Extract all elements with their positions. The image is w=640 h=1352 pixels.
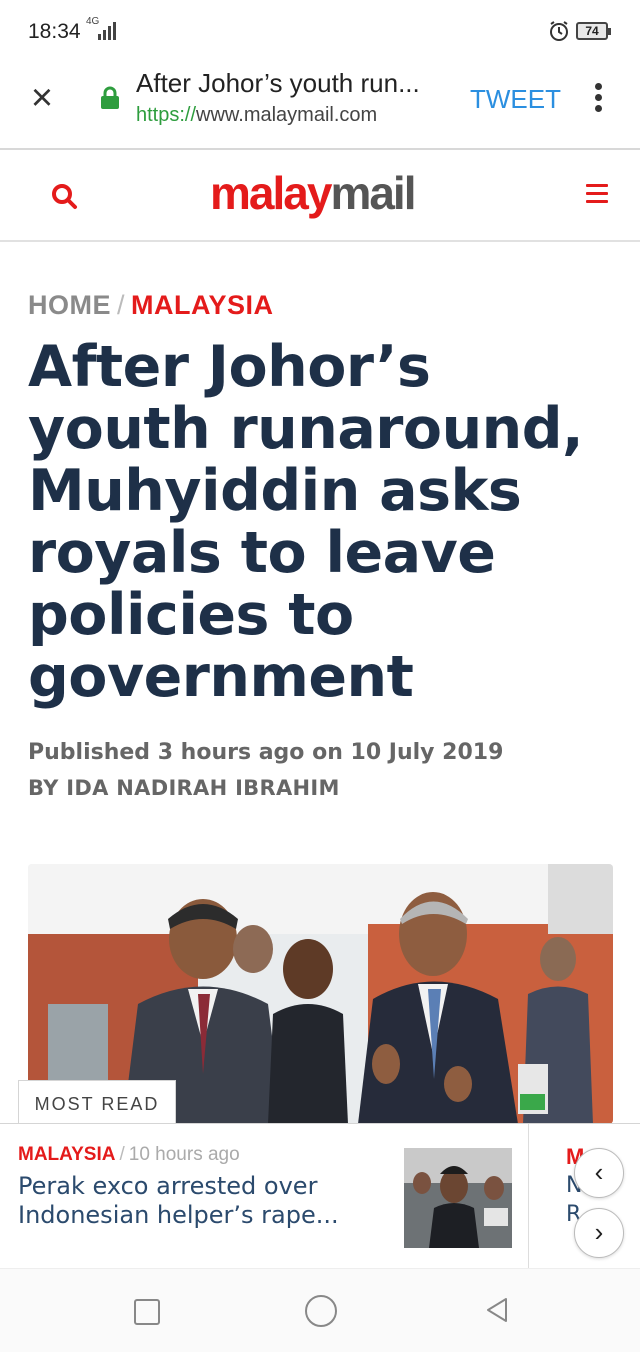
chevron-right-icon[interactable]: › — [574, 1208, 624, 1258]
url-scheme: https:// — [136, 104, 197, 126]
article-byline: BY IDA NADIRAH IBRAHIM — [28, 776, 340, 800]
home-icon[interactable] — [305, 1295, 337, 1327]
back-icon[interactable] — [482, 1295, 512, 1325]
chevron-left-icon[interactable]: ‹ — [574, 1148, 624, 1198]
thumbnail-photo — [404, 1148, 512, 1248]
alarm-icon — [550, 21, 568, 41]
logo-part-mail: mail — [330, 167, 416, 219]
breadcrumb: HOME / MALAYSIA — [28, 290, 274, 321]
most-read-carousel: MALAYSIA/10 hours ago Perak exco arreste… — [0, 1123, 640, 1268]
status-time: 18:34 — [28, 20, 81, 43]
tab-most-read[interactable]: MOST READ — [18, 1080, 176, 1124]
signal-icon — [98, 22, 116, 40]
card-thumbnail[interactable] — [404, 1148, 512, 1248]
card-title[interactable]: Perak exco arrested over Indonesian help… — [18, 1172, 388, 1230]
recent-apps-icon[interactable] — [134, 1299, 160, 1325]
url-host: www.malaymail.com — [196, 104, 378, 126]
card-divider — [528, 1124, 529, 1268]
published-date: Published 3 hours ago on 10 July 2019 — [28, 740, 504, 765]
card-time: 10 hours ago — [128, 1144, 240, 1165]
page-url[interactable]: https://www.malaymail.com — [136, 104, 377, 127]
system-nav-bar — [0, 1268, 640, 1352]
breadcrumb-home[interactable]: HOME — [28, 290, 111, 320]
status-bar: 18:34 4G 74 — [0, 0, 640, 62]
breadcrumb-separator: / — [117, 290, 126, 320]
battery-indicator: 74 — [576, 22, 611, 40]
close-icon[interactable]: × — [24, 79, 60, 117]
browser-toolbar: × After Johor’s youth run... https://www… — [0, 62, 640, 150]
card-meta: MALAYSIA/10 hours ago — [18, 1144, 240, 1166]
card-section[interactable]: MALAYSIA — [18, 1144, 115, 1165]
search-icon[interactable] — [50, 182, 78, 210]
tweet-button[interactable]: TWEET — [470, 84, 561, 115]
breadcrumb-section[interactable]: MALAYSIA — [131, 290, 274, 320]
card-separator: / — [119, 1144, 125, 1165]
article-headline: After Johor’s youth runaround, Muhyiddin… — [28, 334, 584, 710]
kebab-menu-icon[interactable] — [588, 80, 608, 120]
site-logo[interactable]: malaymail — [210, 166, 416, 220]
site-header: malaymail — [0, 150, 640, 242]
hamburger-menu-icon[interactable] — [586, 184, 608, 204]
page-title[interactable]: After Johor’s youth run... — [136, 68, 446, 99]
logo-part-malay: malay — [210, 167, 332, 219]
lock-icon — [101, 86, 119, 109]
